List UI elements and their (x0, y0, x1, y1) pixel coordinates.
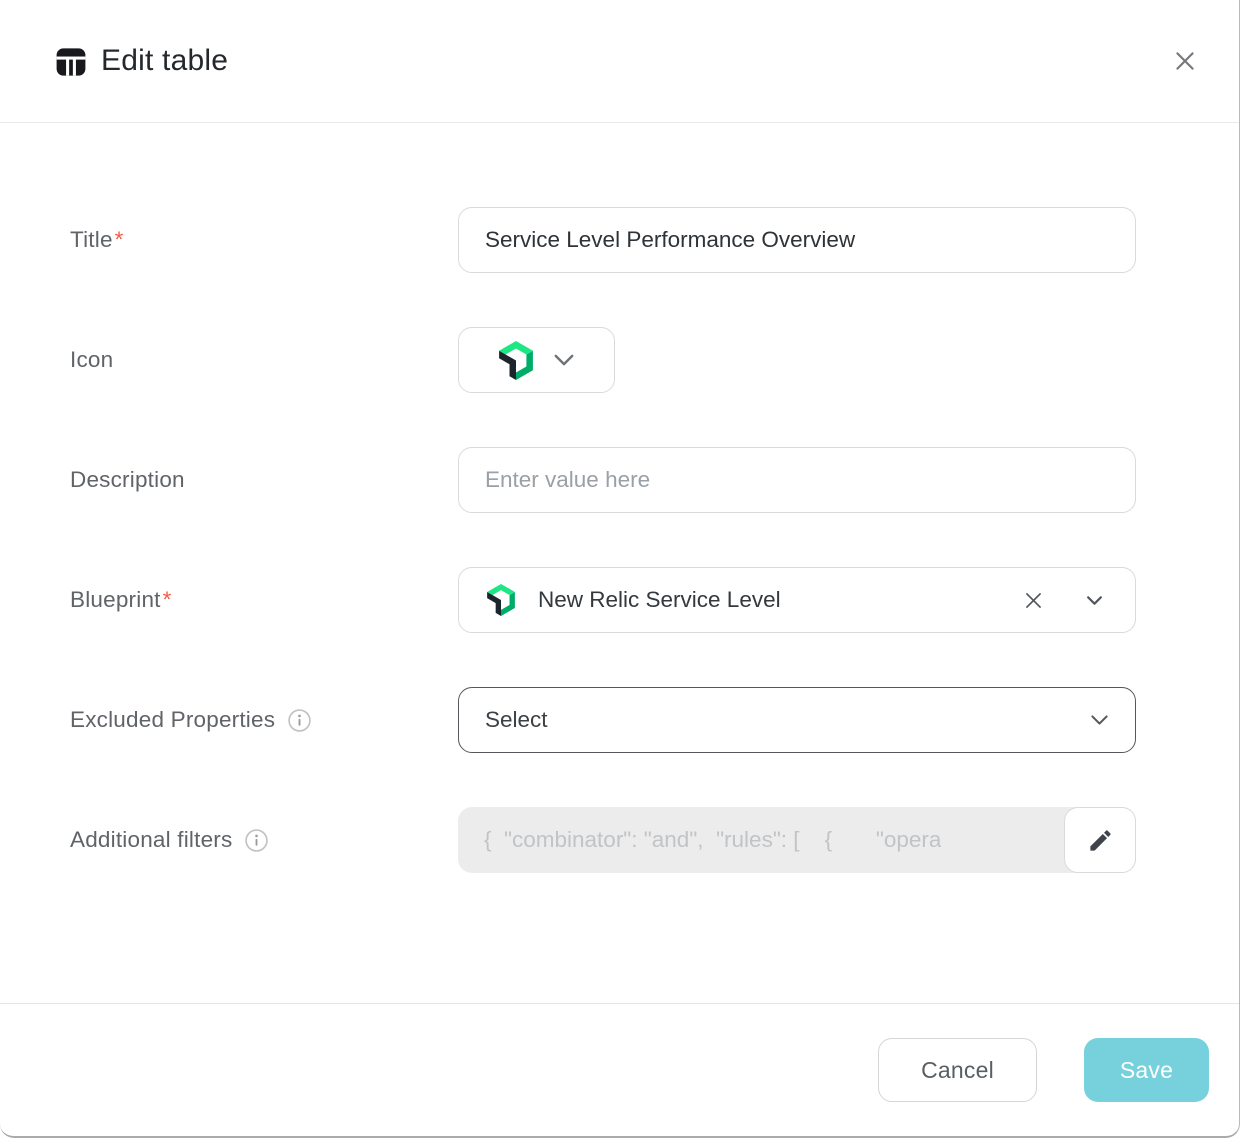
excluded-properties-select[interactable]: Select (458, 687, 1136, 753)
form-row-description: Description (0, 447, 1239, 513)
required-asterisk: * (115, 227, 124, 253)
blueprint-label: Blueprint* (70, 587, 458, 613)
new-relic-icon (499, 341, 533, 380)
icon-picker-button[interactable] (458, 327, 615, 393)
chevron-down-icon (1090, 714, 1109, 726)
new-relic-icon (487, 584, 515, 616)
icon-label: Icon (70, 347, 458, 373)
modal-footer: Cancel Save (0, 1003, 1239, 1136)
pencil-icon (1087, 827, 1114, 854)
info-icon[interactable] (244, 828, 269, 853)
modal-header: Edit table (0, 0, 1239, 123)
save-button[interactable]: Save (1084, 1038, 1209, 1102)
select-placeholder: Select (485, 707, 1090, 733)
info-icon[interactable] (287, 708, 312, 733)
required-asterisk: * (163, 587, 172, 613)
edit-filters-button[interactable] (1064, 807, 1136, 873)
additional-filters-label: Additional filters (70, 827, 458, 853)
form-row-blueprint: Blueprint* New Relic Service Level (0, 567, 1239, 633)
close-icon[interactable] (1163, 39, 1207, 83)
blueprint-select[interactable]: New Relic Service Level (458, 567, 1136, 633)
chevron-down-icon (553, 353, 575, 367)
additional-filters-input: { "combinator": "and", "rules": [ { "ope… (458, 807, 1136, 873)
blueprint-value: New Relic Service Level (538, 587, 1019, 613)
form-row-excluded-properties: Excluded Properties Select (0, 687, 1239, 753)
clear-icon[interactable] (1019, 586, 1048, 615)
modal-title: Edit table (101, 44, 228, 78)
additional-filters-value: { "combinator": "and", "rules": [ { "ope… (484, 827, 941, 853)
description-input[interactable] (458, 447, 1136, 513)
description-label: Description (70, 467, 458, 493)
excluded-properties-label: Excluded Properties (70, 707, 458, 733)
edit-table-modal: Edit table Title* Icon (0, 0, 1240, 1138)
form-row-additional-filters: Additional filters { "combinator": "and"… (0, 807, 1239, 873)
table-icon (55, 46, 87, 78)
chevron-down-icon[interactable] (1082, 591, 1107, 610)
cancel-button[interactable]: Cancel (878, 1038, 1037, 1102)
form-row-title: Title* (0, 207, 1239, 273)
form-row-icon: Icon (0, 327, 1239, 393)
title-input[interactable] (458, 207, 1136, 273)
modal-body: Title* Icon (0, 123, 1239, 873)
title-label: Title* (70, 227, 458, 253)
